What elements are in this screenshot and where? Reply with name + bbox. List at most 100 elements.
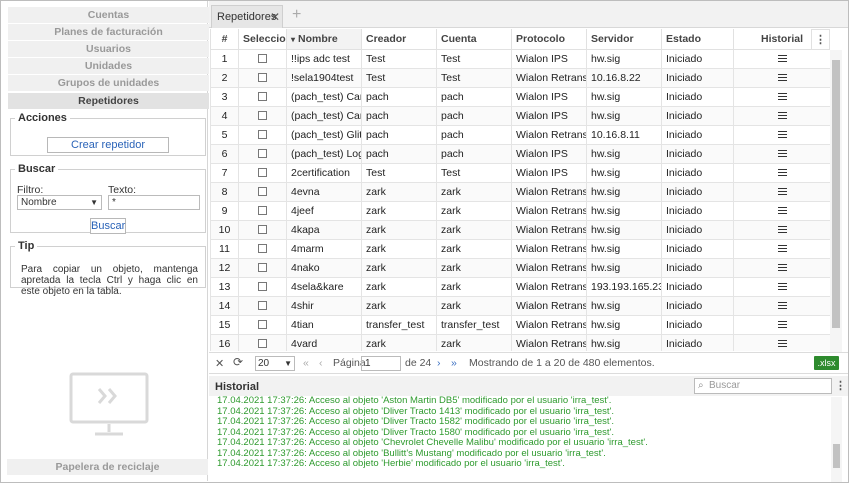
column-header-4[interactable]: Cuenta bbox=[436, 29, 512, 50]
history-list-icon[interactable] bbox=[777, 74, 787, 82]
close-icon[interactable]: ✕ bbox=[270, 6, 280, 28]
table-scrollbar[interactable] bbox=[830, 50, 842, 352]
history-list-icon[interactable] bbox=[777, 226, 787, 234]
row-checkbox[interactable] bbox=[258, 168, 267, 178]
row-checkbox[interactable] bbox=[258, 339, 267, 349]
table-row[interactable]: 1 !!ips adc test Test Test Wialon IPS hw.sig I… bbox=[210, 48, 830, 69]
search-text-input[interactable]: * bbox=[108, 195, 200, 210]
history-list-icon[interactable] bbox=[777, 188, 787, 196]
history-list-icon[interactable] bbox=[777, 302, 787, 310]
create-repeater-button[interactable]: Crear repetidor bbox=[47, 137, 169, 153]
nav-item-2[interactable]: Usuarios bbox=[8, 41, 209, 57]
history-list-icon[interactable] bbox=[777, 150, 787, 158]
history-list-icon[interactable] bbox=[777, 55, 787, 63]
table-row[interactable]: 134sela&karezarkzarkWialon Retranslator1… bbox=[210, 276, 830, 297]
column-header-2[interactable]: ▾ Nombre bbox=[286, 29, 362, 50]
row-number: 4 bbox=[210, 105, 239, 126]
row-checkbox[interactable] bbox=[258, 301, 267, 311]
history-line: 17.04.2021 17:37:26: Acceso al objeto 'C… bbox=[217, 437, 648, 448]
row-checkbox[interactable] bbox=[258, 130, 267, 140]
column-header-7[interactable]: Estado bbox=[661, 29, 734, 50]
table-row[interactable]: 2!sela1904testTestTestWialon Retranslato… bbox=[210, 67, 830, 88]
history-list-icon[interactable] bbox=[777, 283, 787, 291]
nav-item-1[interactable]: Planes de facturación bbox=[8, 24, 209, 40]
table-scrollbar-thumb[interactable] bbox=[832, 60, 840, 328]
server-cell: hw.sig bbox=[586, 105, 662, 126]
nav-item-4[interactable]: Grupos de unidades bbox=[8, 75, 209, 91]
protocol-cell: Wialon IPS bbox=[511, 86, 587, 107]
search-icon: ⌕ bbox=[698, 380, 704, 391]
page-input[interactable]: 1 bbox=[361, 356, 401, 371]
row-checkbox[interactable] bbox=[258, 320, 267, 330]
column-header-3[interactable]: Creador bbox=[361, 29, 437, 50]
table-row[interactable]: 4(pach_test) CaravelpachpachWialon IPShw… bbox=[210, 105, 830, 126]
tab-repeaters[interactable]: Repetidores ✕ bbox=[211, 5, 283, 28]
history-search-input[interactable]: ⌕ Buscar bbox=[694, 378, 832, 394]
search-button[interactable]: Buscar bbox=[90, 218, 126, 234]
table-row[interactable]: 15 4tian transfer_test transfer_test Wialon … bbox=[210, 314, 830, 335]
last-page-icon[interactable]: » bbox=[451, 357, 457, 369]
row-checkbox[interactable] bbox=[258, 73, 267, 83]
row-checkbox[interactable] bbox=[258, 54, 267, 64]
history-scrollbar-thumb[interactable] bbox=[833, 444, 840, 468]
creator-cell: zark bbox=[361, 200, 437, 221]
pager: ✕ ⟳ 20 ▼ « ‹ Página 1 de 24 › » Mostrando… bbox=[209, 352, 848, 374]
table-row[interactable]: 7 2certification Test Test Wialon IPS hw.sig I… bbox=[210, 162, 830, 183]
history-list-icon[interactable] bbox=[777, 131, 787, 139]
nav-item-5[interactable]: Repetidores bbox=[8, 93, 209, 109]
nav-item-3[interactable]: Unidades bbox=[8, 58, 209, 74]
table-row[interactable]: 124nakozarkzarkWialon Retranslatorhw.sig… bbox=[210, 257, 830, 278]
row-checkbox[interactable] bbox=[258, 225, 267, 235]
clear-icon[interactable]: ✕ bbox=[215, 357, 224, 370]
export-xlsx-button[interactable]: .xlsx bbox=[814, 356, 839, 370]
row-checkbox[interactable] bbox=[258, 263, 267, 273]
account-cell: zark bbox=[436, 295, 512, 316]
column-header-1[interactable]: Seleccione bbox=[238, 29, 287, 50]
table-row[interactable]: 6(pach_test) LogisticpachpachWialon IPSh… bbox=[210, 143, 830, 164]
select-cell bbox=[238, 295, 287, 316]
row-checkbox[interactable] bbox=[258, 206, 267, 216]
table-row[interactable]: 114marmzarkzarkWialon Retranslatorhw.sig… bbox=[210, 238, 830, 259]
history-list-icon[interactable] bbox=[777, 112, 787, 120]
row-checkbox[interactable] bbox=[258, 111, 267, 121]
column-header-0[interactable]: # bbox=[210, 29, 239, 50]
table-row[interactable]: 144shirzarkzarkWialon Retranslatorhw.sig… bbox=[210, 295, 830, 316]
row-checkbox[interactable] bbox=[258, 92, 267, 102]
history-list-icon[interactable] bbox=[777, 340, 787, 348]
creator-cell: pach bbox=[361, 105, 437, 126]
table-row[interactable]: 94jeefzarkzarkWialon Retranslatorhw.sigI… bbox=[210, 200, 830, 221]
filter-select[interactable]: Nombre ▼ bbox=[17, 195, 102, 210]
row-checkbox[interactable] bbox=[258, 282, 267, 292]
first-page-icon[interactable]: « bbox=[303, 357, 309, 369]
table-row[interactable]: 164vardzarkzarkWialon Retranslatorhw.sig… bbox=[210, 333, 830, 351]
history-list-icon[interactable] bbox=[777, 321, 787, 329]
recycle-bin-button[interactable]: Papelera de reciclaje bbox=[7, 459, 208, 475]
table-row[interactable]: 3(pach_test) CaravelpachpachWialon IPShw… bbox=[210, 86, 830, 107]
refresh-icon[interactable]: ⟳ bbox=[233, 355, 243, 369]
nav-item-0[interactable]: Cuentas bbox=[8, 7, 209, 23]
row-checkbox[interactable] bbox=[258, 149, 267, 159]
table-row[interactable]: 104kapazarkzarkWialon Retranslatorhw.sig… bbox=[210, 219, 830, 240]
history-menu-icon[interactable]: ⋮ bbox=[835, 379, 846, 392]
add-tab-icon[interactable]: + bbox=[292, 5, 301, 25]
next-page-icon[interactable]: › bbox=[437, 357, 441, 369]
table-row[interactable]: 84evnazarkzarkWialon Retranslatorhw.sigI… bbox=[210, 181, 830, 202]
history-scrollbar[interactable] bbox=[831, 397, 842, 482]
table-row[interactable]: 5(pach_test) Glitch npachpachWialon Retr… bbox=[210, 124, 830, 145]
history-list-icon[interactable] bbox=[777, 169, 787, 177]
select-cell bbox=[238, 124, 287, 145]
row-checkbox[interactable] bbox=[258, 187, 267, 197]
status-cell: Iniciado bbox=[661, 219, 734, 240]
row-checkbox[interactable] bbox=[258, 244, 267, 254]
column-header-6[interactable]: Servidor bbox=[586, 29, 662, 50]
prev-page-icon[interactable]: ‹ bbox=[319, 357, 323, 369]
history-list-icon[interactable] bbox=[777, 207, 787, 215]
tip-title: Tip bbox=[18, 240, 35, 252]
column-header-5[interactable]: Protocolo bbox=[511, 29, 587, 50]
history-list-icon[interactable] bbox=[777, 264, 787, 272]
history-list-icon[interactable] bbox=[777, 93, 787, 101]
page-size-select[interactable]: 20 ▼ bbox=[255, 356, 295, 371]
creator-cell: pach bbox=[361, 143, 437, 164]
history-list-icon[interactable] bbox=[777, 245, 787, 253]
column-menu-icon[interactable]: ⋮ bbox=[811, 29, 830, 50]
